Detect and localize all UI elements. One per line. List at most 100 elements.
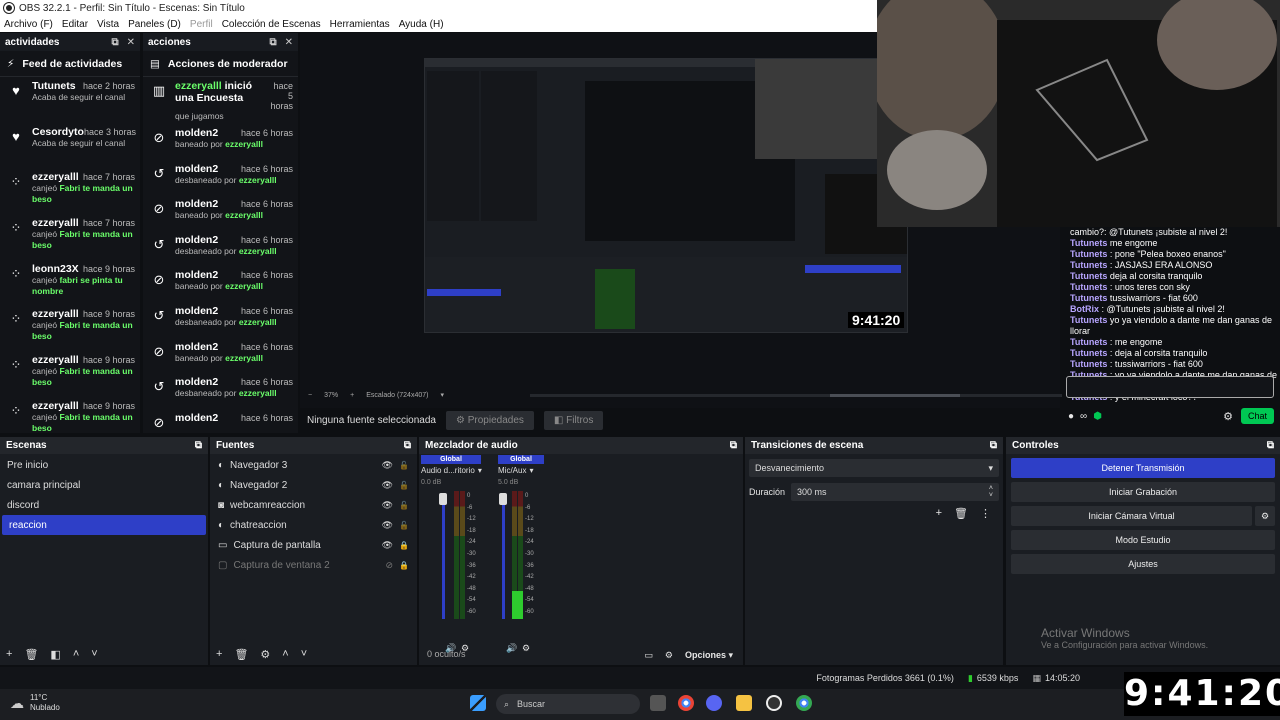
chrome-icon[interactable] xyxy=(678,695,694,711)
trash-icon[interactable]: 🗑 xyxy=(234,648,248,661)
trash-icon[interactable]: 🗑 xyxy=(24,648,38,661)
source-item[interactable]: ▭ Captura de pantalla 👁 🔒 xyxy=(210,535,417,555)
obs-taskbar-icon[interactable] xyxy=(766,695,782,711)
channel-settings-icon[interactable]: ⚙ xyxy=(522,643,530,654)
source-item[interactable]: ◐ Navegador 3 👁 🔓 xyxy=(210,455,417,475)
settings-icon[interactable]: ⚙ xyxy=(1223,410,1233,423)
unlock-icon[interactable]: 🔓 xyxy=(399,461,409,470)
menu-paneles[interactable]: Paneles (D) xyxy=(128,19,181,30)
properties-button[interactable]: ⚙ Propiedades xyxy=(445,410,534,430)
advanced-audio-icon[interactable]: ⚙ xyxy=(665,650,673,661)
mod-user: molden2 xyxy=(175,162,219,175)
source-item[interactable]: ◙ webcamreaccion 👁 🔓 xyxy=(210,495,417,515)
start-virtual-cam-button[interactable]: Iniciar Cámara Virtual xyxy=(1011,506,1252,526)
weather-widget[interactable]: ☁ 11°C Nublado xyxy=(10,693,60,713)
chat-input[interactable] xyxy=(1066,376,1274,398)
level-meter xyxy=(454,491,459,619)
undock-icon[interactable]: ⧉ xyxy=(195,440,202,451)
undock-icon[interactable]: ⧉ xyxy=(111,37,118,48)
add-icon[interactable]: + xyxy=(936,507,942,520)
duration-spinbox[interactable]: 300 ms ˄ ˅ xyxy=(791,483,999,501)
zoom-level: 37% xyxy=(324,391,339,399)
unlock-icon[interactable]: 🔓 xyxy=(399,481,409,490)
scene-item[interactable]: discord xyxy=(0,495,208,515)
menu-perfil[interactable]: Perfil xyxy=(190,19,213,30)
add-icon[interactable]: + xyxy=(6,648,12,661)
scrollbar-thumb[interactable] xyxy=(830,394,960,397)
infinity-icon[interactable]: ∞ xyxy=(1080,411,1087,422)
scale-dropdown-icon[interactable]: ▾ xyxy=(440,391,444,399)
mod-dock: acciones ⧉ ✕ ▤ Acciones de moderador ▥ ez… xyxy=(143,33,298,433)
heart-icon: ♥ xyxy=(12,128,20,144)
eye-icon[interactable]: 👁 xyxy=(382,540,393,551)
lock-icon[interactable]: 🔒 xyxy=(399,541,409,550)
windows-start-icon[interactable] xyxy=(470,695,486,711)
unlock-icon[interactable]: 🔓 xyxy=(399,521,409,530)
eye-icon[interactable]: 👁 xyxy=(382,500,393,511)
undock-icon[interactable]: ⧉ xyxy=(404,440,411,451)
scene-item[interactable]: Pre inicio xyxy=(0,455,208,475)
start-recording-button[interactable]: Iniciar Grabación xyxy=(1011,482,1275,502)
gear-icon[interactable]: ⚙ xyxy=(260,648,270,661)
menu-coleccion[interactable]: Colección de Escenas xyxy=(222,19,321,30)
chevron-up-icon[interactable]: ˄ xyxy=(73,648,79,661)
menu-herramientas[interactable]: Herramientas xyxy=(330,19,390,30)
source-item[interactable]: ◐ Navegador 2 👁 🔓 xyxy=(210,475,417,495)
source-item[interactable]: ▢ Captura de ventana 2 ⊘ 🔒 xyxy=(210,555,417,575)
undock-icon[interactable]: ⧉ xyxy=(269,37,276,48)
zoom-out-icon[interactable]: − xyxy=(308,392,312,399)
eye-icon[interactable]: 👁 xyxy=(382,480,393,491)
mod-row: molden2 hace 6 horas xyxy=(175,376,293,388)
discord-icon[interactable] xyxy=(706,695,722,711)
spin-arrows-icon[interactable]: ˄ ˅ xyxy=(989,485,993,499)
studio-mode-button[interactable]: Modo Estudio xyxy=(1011,530,1275,550)
filters-button[interactable]: ◧ Filtros xyxy=(543,410,604,430)
undock-icon[interactable]: ⧉ xyxy=(990,440,997,451)
chrome-profile-icon[interactable] xyxy=(796,695,812,711)
menu-ayuda[interactable]: Ayuda (H) xyxy=(399,19,444,30)
close-icon[interactable]: ✕ xyxy=(285,37,293,48)
dropdown-icon[interactable]: ▾ xyxy=(478,466,482,475)
lock-icon[interactable]: 🔒 xyxy=(399,561,409,570)
chevron-down-icon[interactable]: ˅ xyxy=(301,648,307,661)
source-item[interactable]: ◐ chatreaccion 👁 🔓 xyxy=(210,515,417,535)
chevron-up-icon[interactable]: ˄ xyxy=(282,648,288,661)
menu-editar[interactable]: Editar xyxy=(62,19,88,30)
mod-body: molden2 hace 6 horas baneado por ezzeryall… xyxy=(175,269,293,303)
points-icon[interactable]: ● xyxy=(1068,411,1074,422)
trash-icon[interactable]: 🗑 xyxy=(954,507,968,520)
filter-icon[interactable]: ◧ xyxy=(50,648,60,661)
mixer-options-button[interactable]: Opciones ▾ xyxy=(685,650,733,661)
chat-send-button[interactable]: Chat xyxy=(1240,408,1274,424)
task-view-icon[interactable] xyxy=(650,695,666,711)
add-icon[interactable]: + xyxy=(216,648,222,661)
close-icon[interactable]: ✕ xyxy=(127,37,135,48)
scene-item[interactable]: camara principal xyxy=(0,475,208,495)
zoom-in-icon[interactable]: + xyxy=(350,392,354,399)
scene-item[interactable]: reaccion xyxy=(2,515,206,535)
layout-icon[interactable]: ▭ xyxy=(644,650,653,661)
chevron-down-icon[interactable]: ˅ xyxy=(91,648,97,661)
unlock-icon[interactable]: 🔓 xyxy=(399,501,409,510)
menu-vista[interactable]: Vista xyxy=(97,19,119,30)
menu-archivo[interactable]: Archivo (F) xyxy=(4,19,53,30)
volume-fader[interactable] xyxy=(442,493,445,619)
file-explorer-icon[interactable] xyxy=(736,695,752,711)
volume-fader[interactable] xyxy=(502,493,505,619)
virtual-cam-settings-icon[interactable]: ⚙ xyxy=(1255,506,1275,526)
taskbar-search[interactable]: ⌕ Buscar xyxy=(496,694,640,714)
eye-icon[interactable]: 👁 xyxy=(382,520,393,531)
volume-knob[interactable] xyxy=(499,493,507,505)
bot-icon[interactable]: ⬢ xyxy=(1093,411,1102,422)
undock-icon[interactable]: ⧉ xyxy=(1267,440,1274,451)
volume-knob[interactable] xyxy=(439,493,447,505)
eye-icon[interactable]: 👁 xyxy=(382,460,393,471)
speaker-icon[interactable]: 🔊 xyxy=(506,643,517,654)
transition-select[interactable]: Desvanecimiento ▾ xyxy=(749,459,999,477)
eye-hidden-icon[interactable]: ⊘ xyxy=(385,560,393,571)
undock-icon[interactable]: ⧉ xyxy=(730,440,737,451)
settings-button[interactable]: Ajustes xyxy=(1011,554,1275,574)
stop-stream-button[interactable]: Detener Transmisión xyxy=(1011,458,1275,478)
more-icon[interactable]: ⋮ xyxy=(980,507,991,520)
dropdown-icon[interactable]: ▾ xyxy=(529,466,533,475)
